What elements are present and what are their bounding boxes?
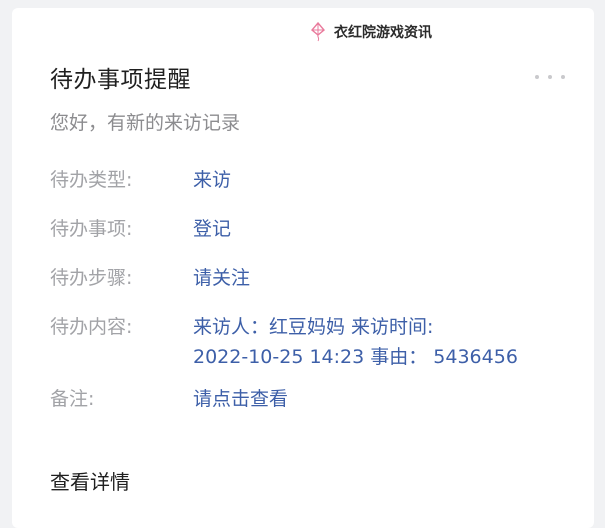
field-value: 请关注 bbox=[193, 267, 251, 289]
remark-link[interactable]: 请点击查看 bbox=[193, 384, 588, 414]
field-label: 待办事项: bbox=[50, 218, 133, 240]
field-value: 来访 bbox=[193, 169, 232, 191]
field-label: 备注: bbox=[50, 388, 95, 410]
todo-reminder-card: 衣红院游戏资讯 待办事项提醒 您好，有新的来访记录 待办类型: 来访 待办事项:… bbox=[12, 8, 594, 528]
card-subtitle: 您好，有新的来访记录 bbox=[50, 112, 241, 134]
field-value: 来访人：红豆妈妈 来访时间: 2022-10-25 14:23 事由： 5436… bbox=[193, 312, 588, 372]
kite-icon bbox=[311, 22, 325, 42]
field-label: 待办步骤: bbox=[50, 267, 133, 289]
card-title: 待办事项提醒 bbox=[50, 67, 191, 93]
view-details-link[interactable]: 查看详情 bbox=[50, 466, 130, 495]
watermark: 衣红院游戏资讯 bbox=[308, 22, 432, 42]
content-line-1: 来访人：红豆妈妈 来访时间: bbox=[193, 316, 434, 338]
field-label: 待办类型: bbox=[50, 169, 133, 191]
field-value: 登记 bbox=[193, 218, 232, 240]
field-label: 待办内容: bbox=[50, 316, 133, 338]
more-options-icon[interactable] bbox=[535, 74, 565, 80]
content-line-2: 2022-10-25 14:23 事由： 5436456 bbox=[193, 346, 518, 368]
watermark-text: 衣红院游戏资讯 bbox=[334, 25, 432, 41]
